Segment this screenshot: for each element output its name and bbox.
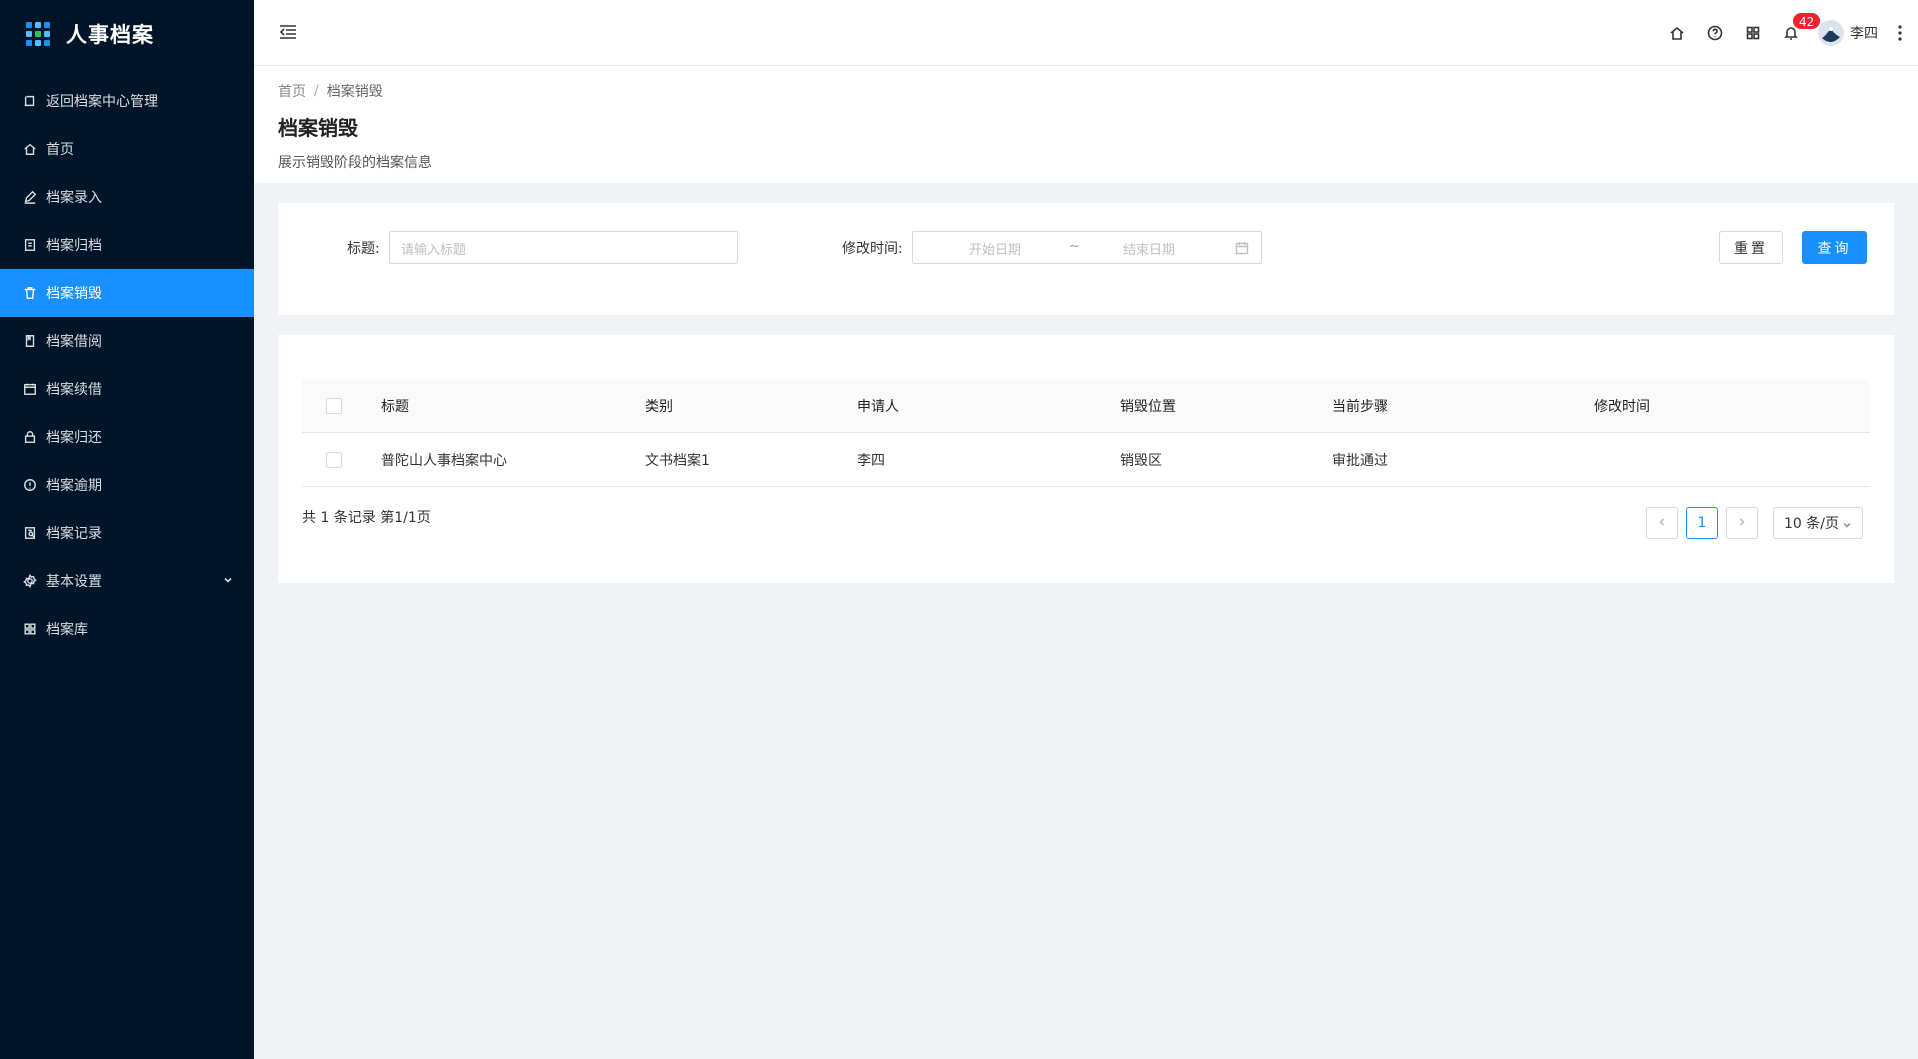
gear-icon	[22, 573, 38, 589]
date-range-picker[interactable]: 开始日期 ~ 结束日期	[912, 231, 1262, 264]
page-description: 展示销毁阶段的档案信息	[278, 155, 432, 171]
table-card: 标题 类别 申请人 销毁位置 当前步骤 修改时间 普陀山人事档案中心 文书档案1…	[278, 335, 1894, 583]
sidebar-item-back[interactable]: 返回档案中心管理	[0, 77, 254, 125]
title-search-input[interactable]: 请输入标题	[389, 231, 738, 264]
sidebar-item-record[interactable]: 档案记录	[0, 509, 254, 557]
edit-icon	[22, 189, 38, 205]
apps-grid-icon	[26, 22, 50, 46]
user-menu[interactable]: 李四	[1810, 0, 1890, 66]
more-vertical-icon[interactable]	[1890, 0, 1910, 66]
trash-icon	[22, 285, 38, 301]
next-page-button[interactable]	[1726, 507, 1758, 539]
sidebar-item-renew[interactable]: 档案续借	[0, 365, 254, 413]
column-header-category: 类别	[645, 399, 673, 415]
page-size-select[interactable]: 10 条/页	[1773, 507, 1863, 539]
back-icon	[22, 93, 38, 109]
sidebar-item-label: 基本设置	[46, 574, 102, 590]
cell-step: 审批通过	[1332, 452, 1388, 469]
calendar-icon	[1235, 241, 1249, 255]
apps-icon[interactable]	[1734, 0, 1772, 66]
sidebar-item-settings[interactable]: 基本设置	[0, 557, 254, 605]
breadcrumb-home[interactable]: 首页	[278, 81, 306, 101]
sidebar-item-label: 档案逾期	[46, 478, 102, 494]
page-title: 档案销毁	[278, 116, 358, 140]
breadcrumb-separator: /	[314, 83, 319, 99]
table-header: 标题 类别 申请人 销毁位置 当前步骤 修改时间	[302, 380, 1870, 433]
range-separator: ~	[1069, 239, 1080, 254]
info-icon	[22, 477, 38, 493]
lock-icon	[22, 429, 38, 445]
title-field-label: 标题:	[347, 241, 380, 257]
end-date-input[interactable]: 结束日期	[1123, 239, 1175, 258]
avatar	[1818, 20, 1844, 46]
sidebar-item-label: 档案销毁	[46, 286, 102, 302]
page-size-value: 10 条/页	[1784, 516, 1839, 532]
page-header: 首页 / 档案销毁 档案销毁 展示销毁阶段的档案信息	[254, 66, 1918, 183]
notification-badge: 42	[1792, 12, 1822, 30]
column-header-location: 销毁位置	[1120, 399, 1176, 415]
table-row[interactable]: 普陀山人事档案中心 文书档案1 李四 销毁区 审批通过	[302, 433, 1870, 487]
column-header-modified-time: 修改时间	[1594, 399, 1650, 415]
page-number-button[interactable]: 1	[1686, 507, 1718, 539]
sidebar-item-label: 档案续借	[46, 382, 102, 398]
chevron-down-icon	[222, 574, 234, 586]
help-icon[interactable]	[1696, 0, 1734, 66]
breadcrumb-current: 档案销毁	[326, 84, 383, 100]
chevron-left-icon	[1657, 515, 1667, 531]
column-header-step: 当前步骤	[1332, 399, 1388, 415]
sidebar-menu: 返回档案中心管理 首页 档案录入 档案归档 档案销毁 档案借阅 档案续借 档案归…	[0, 77, 254, 653]
sidebar-item-return[interactable]: 档案归还	[0, 413, 254, 461]
start-date-input[interactable]: 开始日期	[969, 239, 1021, 258]
cell-location: 销毁区	[1120, 452, 1162, 469]
chevron-down-icon	[1842, 518, 1852, 534]
top-header: 42 李四	[254, 0, 1918, 66]
sidebar-item-label: 档案记录	[46, 526, 102, 542]
query-button[interactable]: 查询	[1802, 231, 1867, 264]
app-logo[interactable]: 人事档案	[0, 0, 254, 68]
sidebar-item-label: 首页	[46, 142, 74, 158]
search-form: 标题: 请输入标题 修改时间: 开始日期 ~ 结束日期 重置 查询	[278, 203, 1894, 315]
username: 李四	[1850, 26, 1878, 42]
sidebar-item-overdue[interactable]: 档案逾期	[0, 461, 254, 509]
sidebar-item-destroy[interactable]: 档案销毁	[0, 269, 254, 317]
chevron-right-icon	[1737, 515, 1747, 531]
sidebar-item-library[interactable]: 档案库	[0, 605, 254, 653]
sidebar-item-label: 返回档案中心管理	[46, 94, 158, 110]
row-checkbox[interactable]	[326, 433, 342, 486]
sidebar-item-entry[interactable]: 档案录入	[0, 173, 254, 221]
breadcrumb: 首页 / 档案销毁	[278, 80, 1918, 102]
sidebar-item-archive[interactable]: 档案归档	[0, 221, 254, 269]
cell-applicant: 李四	[857, 452, 885, 469]
pagination-total: 共 1 条记录 第1/1页	[302, 510, 431, 526]
column-header-title: 标题	[381, 399, 409, 415]
calendar-icon	[22, 381, 38, 397]
prev-page-button[interactable]	[1646, 507, 1678, 539]
sidebar-item-home[interactable]: 首页	[0, 125, 254, 173]
cell-category: 文书档案1	[645, 452, 710, 469]
home-icon[interactable]	[1658, 0, 1696, 66]
archive-table: 标题 类别 申请人 销毁位置 当前步骤 修改时间 普陀山人事档案中心 文书档案1…	[302, 380, 1870, 487]
sidebar-item-label: 档案库	[46, 622, 88, 638]
cell-title: 普陀山人事档案中心	[381, 452, 507, 469]
notification-bell-icon[interactable]: 42	[1772, 0, 1822, 66]
column-header-applicant: 申请人	[857, 399, 899, 415]
grid-icon	[22, 621, 38, 637]
menu-fold-icon[interactable]	[278, 22, 300, 44]
title-search-placeholder: 请输入标题	[401, 243, 467, 258]
home-icon	[22, 141, 38, 157]
sidebar-item-borrow[interactable]: 档案借阅	[0, 317, 254, 365]
sidebar-item-label: 档案归还	[46, 430, 102, 446]
file-icon	[22, 237, 38, 253]
app-title: 人事档案	[66, 23, 154, 47]
reset-button[interactable]: 重置	[1719, 231, 1783, 264]
sidebar-item-label: 档案归档	[46, 238, 102, 254]
sidebar: 人事档案 返回档案中心管理 首页 档案录入 档案归档 档案销毁 档案借阅 档案续…	[0, 0, 254, 1059]
sidebar-item-label: 档案借阅	[46, 334, 102, 350]
time-field-label: 修改时间:	[842, 241, 903, 257]
record-icon	[22, 525, 38, 541]
select-all-checkbox[interactable]	[326, 380, 342, 432]
sidebar-item-label: 档案录入	[46, 190, 102, 206]
book-icon	[22, 333, 38, 349]
header-actions: 42 李四	[1658, 0, 1910, 66]
